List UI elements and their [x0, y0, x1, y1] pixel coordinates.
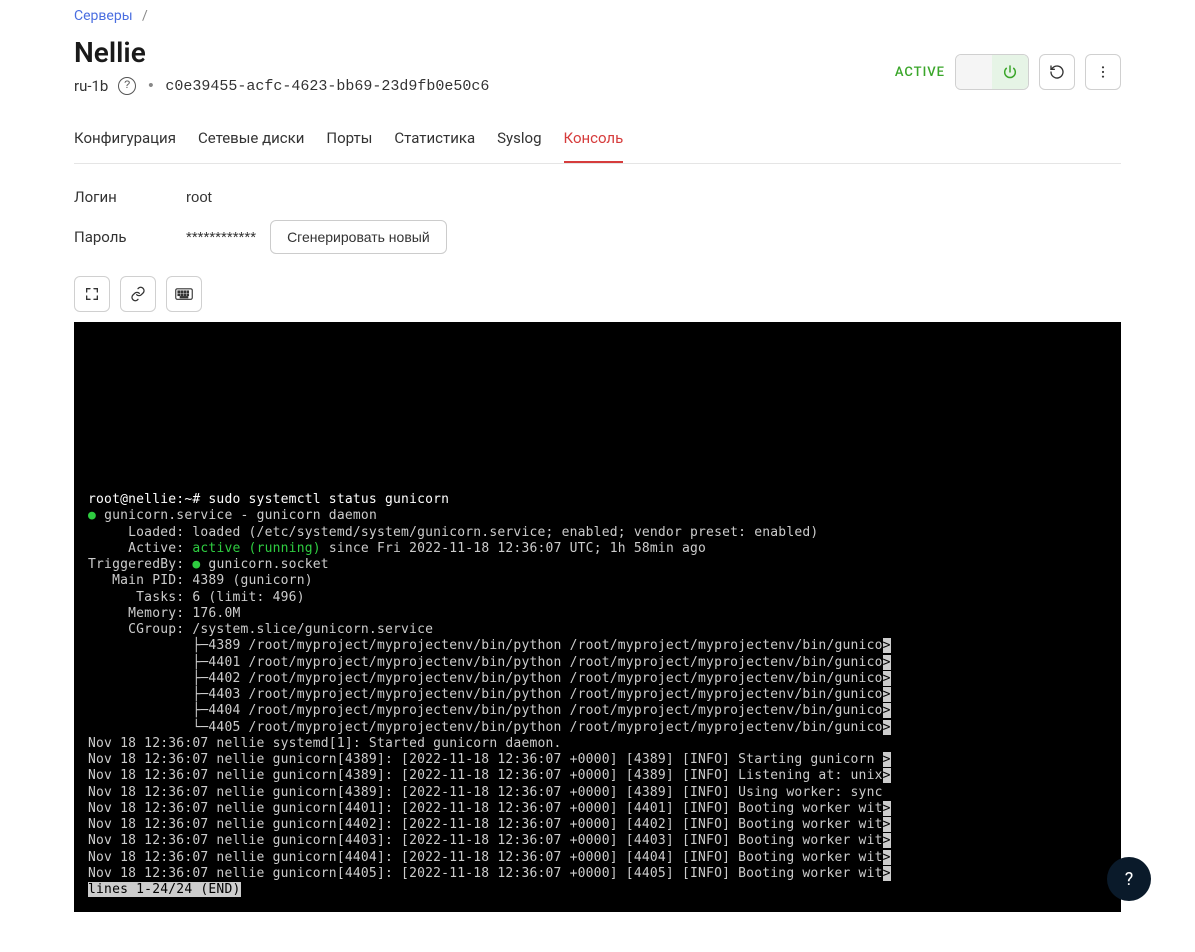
help-fab[interactable]: ? — [1107, 857, 1151, 901]
fullscreen-button[interactable] — [74, 276, 110, 312]
terminal-line: Loaded: loaded (/etc/systemd/system/guni… — [88, 525, 1107, 541]
terminal-line: Nov 18 12:36:07 nellie gunicorn[4401]: [… — [88, 801, 1107, 817]
link-icon — [130, 286, 146, 302]
terminal-line: ├─4403 /root/myproject/myprojectenv/bin/… — [88, 687, 1107, 703]
terminal-line: Nov 18 12:36:07 nellie gunicorn[4389]: [… — [88, 785, 1107, 801]
fullscreen-icon — [84, 286, 100, 302]
terminal-line: ├─4404 /root/myproject/myprojectenv/bin/… — [88, 703, 1107, 719]
keyboard-button[interactable] — [166, 276, 202, 312]
region-help-icon[interactable]: ? — [118, 77, 136, 95]
tab-stats[interactable]: Статистика — [394, 119, 475, 163]
separator-dot: • — [146, 78, 155, 95]
terminal-line: Nov 18 12:36:07 nellie gunicorn[4402]: [… — [88, 817, 1107, 833]
refresh-icon — [1049, 64, 1065, 80]
more-vertical-icon — [1095, 64, 1111, 80]
terminal-line: Nov 18 12:36:07 nellie gunicorn[4403]: [… — [88, 833, 1107, 849]
terminal-line: ├─4401 /root/myproject/myprojectenv/bin/… — [88, 655, 1107, 671]
tab-console[interactable]: Консоль — [564, 119, 624, 163]
password-value: ************ — [186, 229, 256, 246]
login-label: Логин — [74, 188, 186, 206]
terminal-line: Active: active (running) since Fri 2022-… — [88, 541, 1107, 557]
tab-config[interactable]: Конфигурация — [74, 119, 176, 163]
terminal-line: Main PID: 4389 (gunicorn) — [88, 573, 1107, 589]
terminal-line: Memory: 176.0M — [88, 606, 1107, 622]
terminal-line: lines 1-24/24 (END) — [88, 882, 1107, 898]
terminal-line: Nov 18 12:36:07 nellie systemd[1]: Start… — [88, 736, 1107, 752]
password-label: Пароль — [74, 228, 186, 246]
tab-disks[interactable]: Сетевые диски — [198, 119, 304, 163]
terminal-line: Nov 18 12:36:07 nellie gunicorn[4404]: [… — [88, 850, 1107, 866]
terminal-line: Tasks: 6 (limit: 496) — [88, 590, 1107, 606]
terminal-line: Nov 18 12:36:07 nellie gunicorn[4405]: [… — [88, 866, 1107, 882]
page-title: Nellie — [74, 36, 489, 69]
region-label: ru-1b — [74, 77, 108, 95]
refresh-button[interactable] — [1039, 54, 1075, 90]
terminal[interactable]: root@nellie:~# sudo systemctl status gun… — [74, 322, 1121, 912]
terminal-line: root@nellie:~# sudo systemctl status gun… — [88, 492, 1107, 508]
link-button[interactable] — [120, 276, 156, 312]
keyboard-icon — [175, 287, 193, 301]
terminal-line: ├─4389 /root/myproject/myprojectenv/bin/… — [88, 638, 1107, 654]
tab-ports[interactable]: Порты — [326, 119, 372, 163]
breadcrumb-servers[interactable]: Серверы — [74, 8, 133, 24]
breadcrumb-sep: / — [142, 8, 148, 24]
tab-syslog[interactable]: Syslog — [497, 119, 541, 163]
terminal-line: └─4405 /root/myproject/myprojectenv/bin/… — [88, 720, 1107, 736]
status-badge: ACTIVE — [895, 65, 945, 80]
more-menu-button[interactable] — [1085, 54, 1121, 90]
server-uuid: c0e39455-acfc-4623-bb69-23d9fb0e50c6 — [165, 78, 489, 95]
terminal-line: CGroup: /system.slice/gunicorn.service — [88, 622, 1107, 638]
generate-password-button[interactable]: Сгенерировать новый — [270, 220, 447, 254]
power-toggle[interactable] — [955, 54, 1029, 90]
terminal-line: TriggeredBy: ● gunicorn.socket — [88, 557, 1107, 573]
terminal-line: ● gunicorn.service - gunicorn daemon — [88, 508, 1107, 524]
terminal-line: Nov 18 12:36:07 nellie gunicorn[4389]: [… — [88, 768, 1107, 784]
terminal-line: ├─4402 /root/myproject/myprojectenv/bin/… — [88, 671, 1107, 687]
terminal-line: Nov 18 12:36:07 nellie gunicorn[4389]: [… — [88, 752, 1107, 768]
breadcrumb: Серверы / — [74, 8, 1121, 24]
tabs: Конфигурация Сетевые диски Порты Статистика… — [74, 119, 1121, 164]
power-icon — [1002, 64, 1018, 80]
login-value: root — [186, 189, 212, 206]
